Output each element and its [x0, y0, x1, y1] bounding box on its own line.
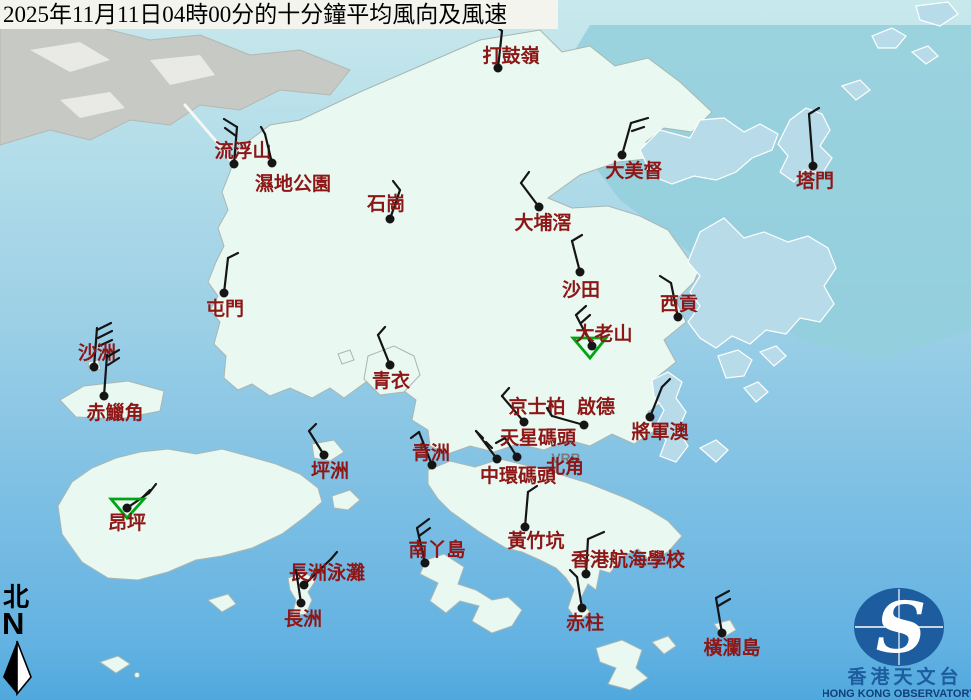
station-dot: [576, 268, 585, 277]
logo-s-glyph: S: [876, 586, 927, 669]
station-label: 橫瀾島: [703, 636, 760, 659]
logo-name-en: HONG KONG OBSERVATORY: [823, 688, 971, 700]
observatory-logo-icon: S 香港天文台 HONG KONG OBSERVATORY: [823, 580, 971, 700]
station-dot: [520, 418, 529, 427]
station-label: 沙洲: [78, 342, 116, 364]
station-label: 赤鱲角: [86, 401, 143, 424]
station-dot: [580, 421, 589, 430]
station-label: 石崗: [366, 192, 405, 215]
station-label: 沙田: [562, 279, 600, 301]
station-label: 濕地公園: [255, 172, 331, 195]
station-label: 大老山: [575, 322, 632, 345]
station-dot: [320, 451, 329, 460]
station-label: 大埔滘: [514, 211, 571, 234]
station-label: 坪洲: [311, 460, 349, 482]
station-label: 將軍澳: [631, 420, 689, 443]
wind-map-screen: 打鼓嶺流浮山濕地公園石崗 大美督 塔門大埔滘沙田屯門 西貢沙洲 大老山赤鱲角 青衣京士柏啟…: [0, 0, 971, 700]
station-dot: [100, 392, 109, 401]
station-label: 啟德: [577, 395, 615, 418]
station-label: 天星碼頭: [500, 427, 577, 449]
station-dot: [386, 215, 395, 224]
station-label: 京士柏: [508, 395, 565, 418]
station-dot: [513, 453, 522, 462]
station-label: 流浮山: [214, 139, 271, 162]
station-label: 昂坪: [108, 512, 146, 534]
station-dot: [535, 203, 544, 212]
station-dot: [297, 599, 306, 608]
north-indicator: 北 N: [0, 584, 44, 700]
north-arrow-icon: [0, 584, 44, 700]
station-label: 長洲: [284, 608, 322, 630]
station-label: 青衣: [372, 369, 410, 392]
station-label: 香港航海學校: [570, 548, 686, 571]
station-label: 西貢: [660, 293, 698, 315]
observatory-logo: S 香港天文台 HONG KONG OBSERVATORY: [823, 580, 971, 700]
station-label: 大美督: [605, 159, 662, 182]
map-title: 2025年11月11日04時00分的十分鐘平均風向及風速: [0, 0, 558, 29]
islet: [135, 673, 140, 678]
station-label: 赤柱: [566, 611, 604, 634]
station-label: 長洲泳灘: [289, 561, 365, 584]
station-dot: [268, 159, 277, 168]
station-label: 黃竹坑: [507, 529, 564, 552]
station-dot: [386, 361, 395, 370]
station-label: 屯門: [206, 297, 244, 320]
station-label: 青洲: [412, 442, 450, 464]
station-dot: [618, 151, 627, 160]
station-label: 塔門: [796, 169, 834, 192]
station-dot: [493, 455, 502, 464]
station-dot: [220, 289, 229, 298]
station-label: 中環碼頭: [480, 464, 557, 487]
station-label: 南丫島: [408, 538, 465, 561]
logo-name-zh: 香港天文台: [846, 665, 962, 688]
station-label: 打鼓嶺: [482, 44, 539, 67]
